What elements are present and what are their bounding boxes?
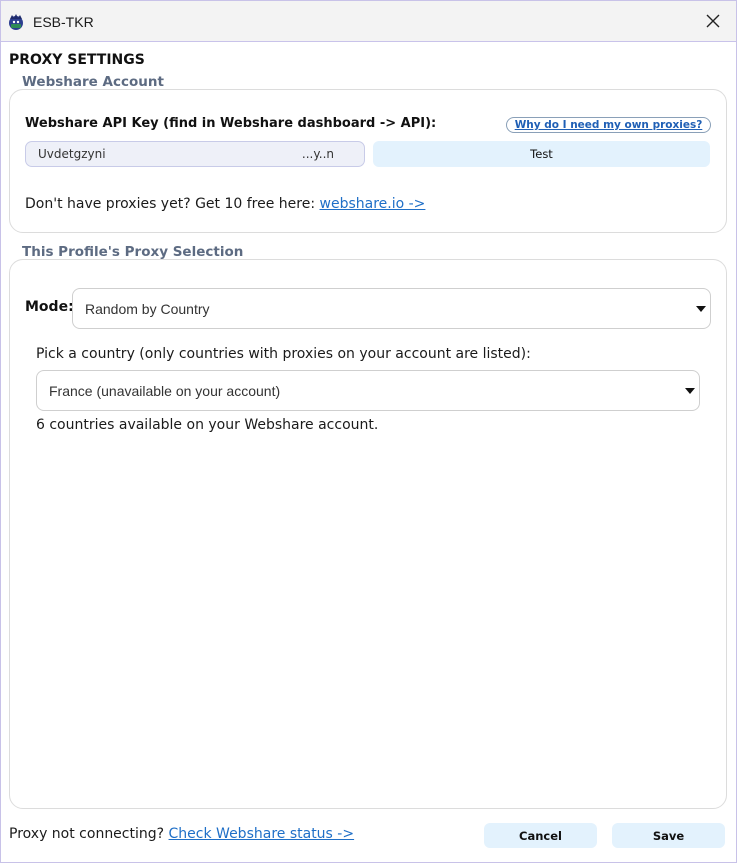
test-button[interactable]: Test [373,141,710,167]
country-select[interactable]: France (unavailable on your account) [36,370,700,411]
webshare-account-group-title: Webshare Account [22,74,164,90]
free-proxies-prompt: Don't have proxies yet? Get 10 free here… [25,196,320,212]
proxy-selection-group-title: This Profile's Proxy Selection [22,244,244,260]
app-window: ESB-TKR PROXY SETTINGS Webshare Account … [0,0,737,863]
cancel-button[interactable]: Cancel [484,823,597,848]
country-prompt: Pick a country (only countries with prox… [36,346,531,362]
caret-down-icon [696,305,706,312]
mode-label: Mode: [25,299,74,315]
api-key-input[interactable]: Uvdetgzyni25v55e... ...y..n [25,141,365,167]
caret-down-icon [685,387,695,394]
free-proxies-text: Don't have proxies yet? Get 10 free here… [25,196,425,212]
mode-selected-value: Random by Country [85,300,210,317]
page-title: PROXY SETTINGS [9,52,145,68]
proxy-selection-group [9,259,727,809]
available-countries-text: 6 countries available on your Webshare a… [36,417,379,433]
title-bar: ESB-TKR [1,1,736,42]
why-own-proxies-link[interactable]: Why do I need my own proxies? [506,117,711,133]
app-logo-icon [9,14,23,30]
status-prompt: Proxy not connecting? [9,826,169,842]
window-title: ESB-TKR [33,14,94,30]
save-button[interactable]: Save [612,823,725,848]
api-key-value-end: ...y..n [301,147,334,161]
close-icon [706,14,720,28]
mode-select[interactable]: Random by Country [72,288,711,329]
close-button[interactable] [690,1,736,41]
webshare-status-link[interactable]: Check Webshare status -> [169,826,355,842]
api-key-label: Webshare API Key (find in Webshare dashb… [25,116,437,131]
status-text: Proxy not connecting? Check Webshare sta… [9,826,354,842]
webshare-link[interactable]: webshare.io -> [320,196,426,212]
country-selected-value: France (unavailable on your account) [49,382,281,399]
